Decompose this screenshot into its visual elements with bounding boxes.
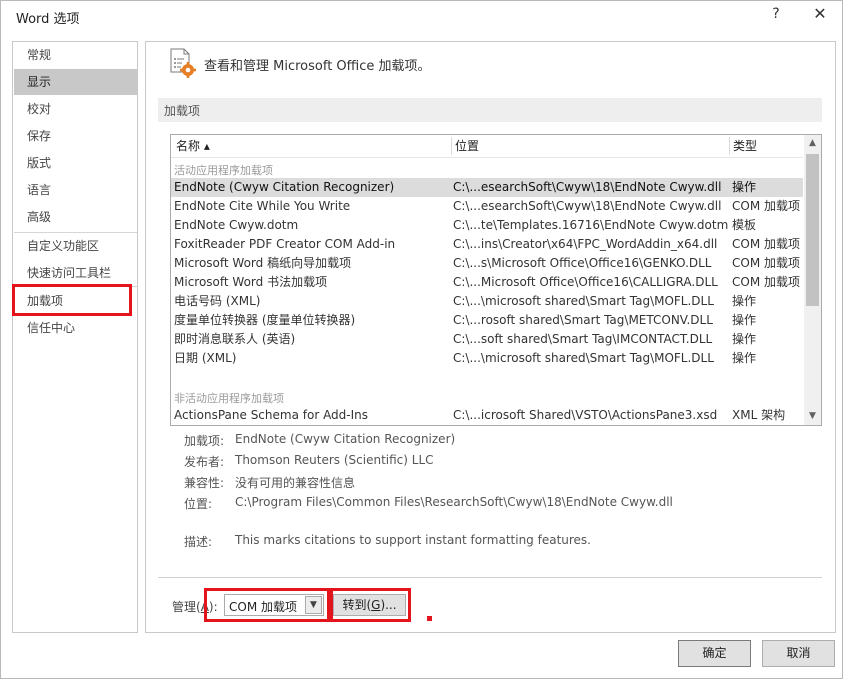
sidebar-item-layout[interactable]: 版式: [14, 150, 137, 176]
scroll-down-arrow-icon[interactable]: ▼: [804, 408, 821, 425]
sidebar-item-addins[interactable]: 加载项: [14, 288, 137, 314]
detail-publisher-label: 发布者:: [184, 455, 225, 469]
close-button[interactable]: ✕: [809, 4, 831, 26]
column-header-type[interactable]: 类型: [733, 135, 757, 157]
detail-location-label: 位置:: [184, 497, 213, 511]
options-sidebar: 常规 显示 校对 保存 版式 语言 高级 自定义功能区 快速访问工具栏 加载项 …: [12, 41, 138, 633]
sidebar-item-quick-access-toolbar[interactable]: 快速访问工具栏: [14, 260, 137, 286]
group-label-inactive: 非活动应用程序加载项: [174, 392, 284, 405]
sidebar-item-save[interactable]: 保存: [14, 123, 137, 149]
panel-heading: 查看和管理 Microsoft Office 加载项。: [204, 59, 431, 74]
detail-desc-label: 描述:: [184, 535, 213, 549]
detail-compat-label: 兼容性:: [184, 476, 225, 490]
sidebar-divider: [14, 286, 137, 287]
table-row[interactable]: Microsoft Word 书法加载项 C:\...Microsoft Off…: [171, 273, 803, 292]
ok-button[interactable]: 确定: [678, 640, 751, 667]
column-header-name[interactable]: 名称 ▴: [176, 135, 210, 157]
red-marker: [427, 616, 432, 621]
column-divider: [451, 137, 452, 155]
chevron-down-icon[interactable]: ▼: [305, 596, 322, 614]
title-bar: Word 选项 ? ✕: [0, 0, 843, 32]
scroll-thumb[interactable]: [806, 154, 819, 306]
table-row[interactable]: 即时消息联系人 (英语) C:\...soft shared\Smart Tag…: [171, 330, 803, 349]
table-row[interactable]: EndNote Cwyw.dotm C:\...te\Templates.167…: [171, 216, 803, 235]
sidebar-item-language[interactable]: 语言: [14, 177, 137, 203]
go-button[interactable]: 转到(G)...: [333, 594, 406, 616]
cancel-button[interactable]: 取消: [762, 640, 835, 667]
header-divider: [171, 157, 803, 158]
sidebar-item-proofing[interactable]: 校对: [14, 96, 137, 122]
scroll-up-arrow-icon[interactable]: ▲: [804, 135, 821, 152]
column-divider: [729, 137, 730, 155]
table-row[interactable]: EndNote Cite While You Write C:\...esear…: [171, 197, 803, 216]
section-divider: [158, 577, 822, 578]
addins-settings-icon: [170, 48, 196, 78]
addins-list[interactable]: 名称 ▴ 位置 类型 活动应用程序加载项 EndNote (Cwyw Citat…: [170, 134, 822, 426]
table-row[interactable]: Microsoft Word 稿纸向导加载项 C:\...s\Microsoft…: [171, 254, 803, 273]
manage-select-value: COM 加载项: [229, 600, 297, 614]
group-label-active: 活动应用程序加载项: [174, 164, 273, 177]
sidebar-item-trust-center[interactable]: 信任中心: [14, 315, 137, 341]
sidebar-item-display[interactable]: 显示: [14, 69, 137, 95]
table-row[interactable]: FoxitReader PDF Creator COM Add-in C:\..…: [171, 235, 803, 254]
detail-publisher-value: Thomson Reuters (Scientific) LLC: [235, 453, 434, 467]
section-header: 加载项: [158, 98, 822, 122]
table-row[interactable]: EndNote (Cwyw Citation Recognizer) C:\..…: [171, 178, 803, 197]
help-button[interactable]: ?: [768, 6, 784, 26]
window-title: Word 选项: [16, 12, 80, 27]
detail-desc-value: This marks citations to support instant …: [235, 533, 591, 547]
detail-addin-label: 加载项:: [184, 434, 225, 448]
manage-select[interactable]: COM 加载项 ▼: [224, 594, 324, 616]
section-label: 加载项: [164, 104, 201, 118]
table-row[interactable]: 度量单位转换器 (度量单位转换器) C:\...rosoft shared\Sm…: [171, 311, 803, 330]
manage-label: 管理(A):: [172, 600, 218, 614]
vertical-scrollbar[interactable]: ▲ ▼: [804, 135, 821, 425]
table-row[interactable]: 日期 (XML) C:\...\microsoft shared\Smart T…: [171, 349, 803, 368]
column-header-location[interactable]: 位置: [455, 135, 479, 157]
table-row[interactable]: 电话号码 (XML) C:\...\microsoft shared\Smart…: [171, 292, 803, 311]
sidebar-item-advanced[interactable]: 高级: [14, 204, 137, 230]
detail-location-value: C:\Program Files\Common Files\ResearchSo…: [235, 495, 673, 509]
detail-compat-value: 没有可用的兼容性信息: [235, 476, 356, 490]
sidebar-item-general[interactable]: 常规: [14, 42, 137, 68]
table-row[interactable]: ActionsPane Schema for Add-Ins C:\...icr…: [171, 406, 803, 425]
sidebar-item-customize-ribbon[interactable]: 自定义功能区: [14, 233, 137, 259]
detail-addin-value: EndNote (Cwyw Citation Recognizer): [235, 432, 456, 446]
